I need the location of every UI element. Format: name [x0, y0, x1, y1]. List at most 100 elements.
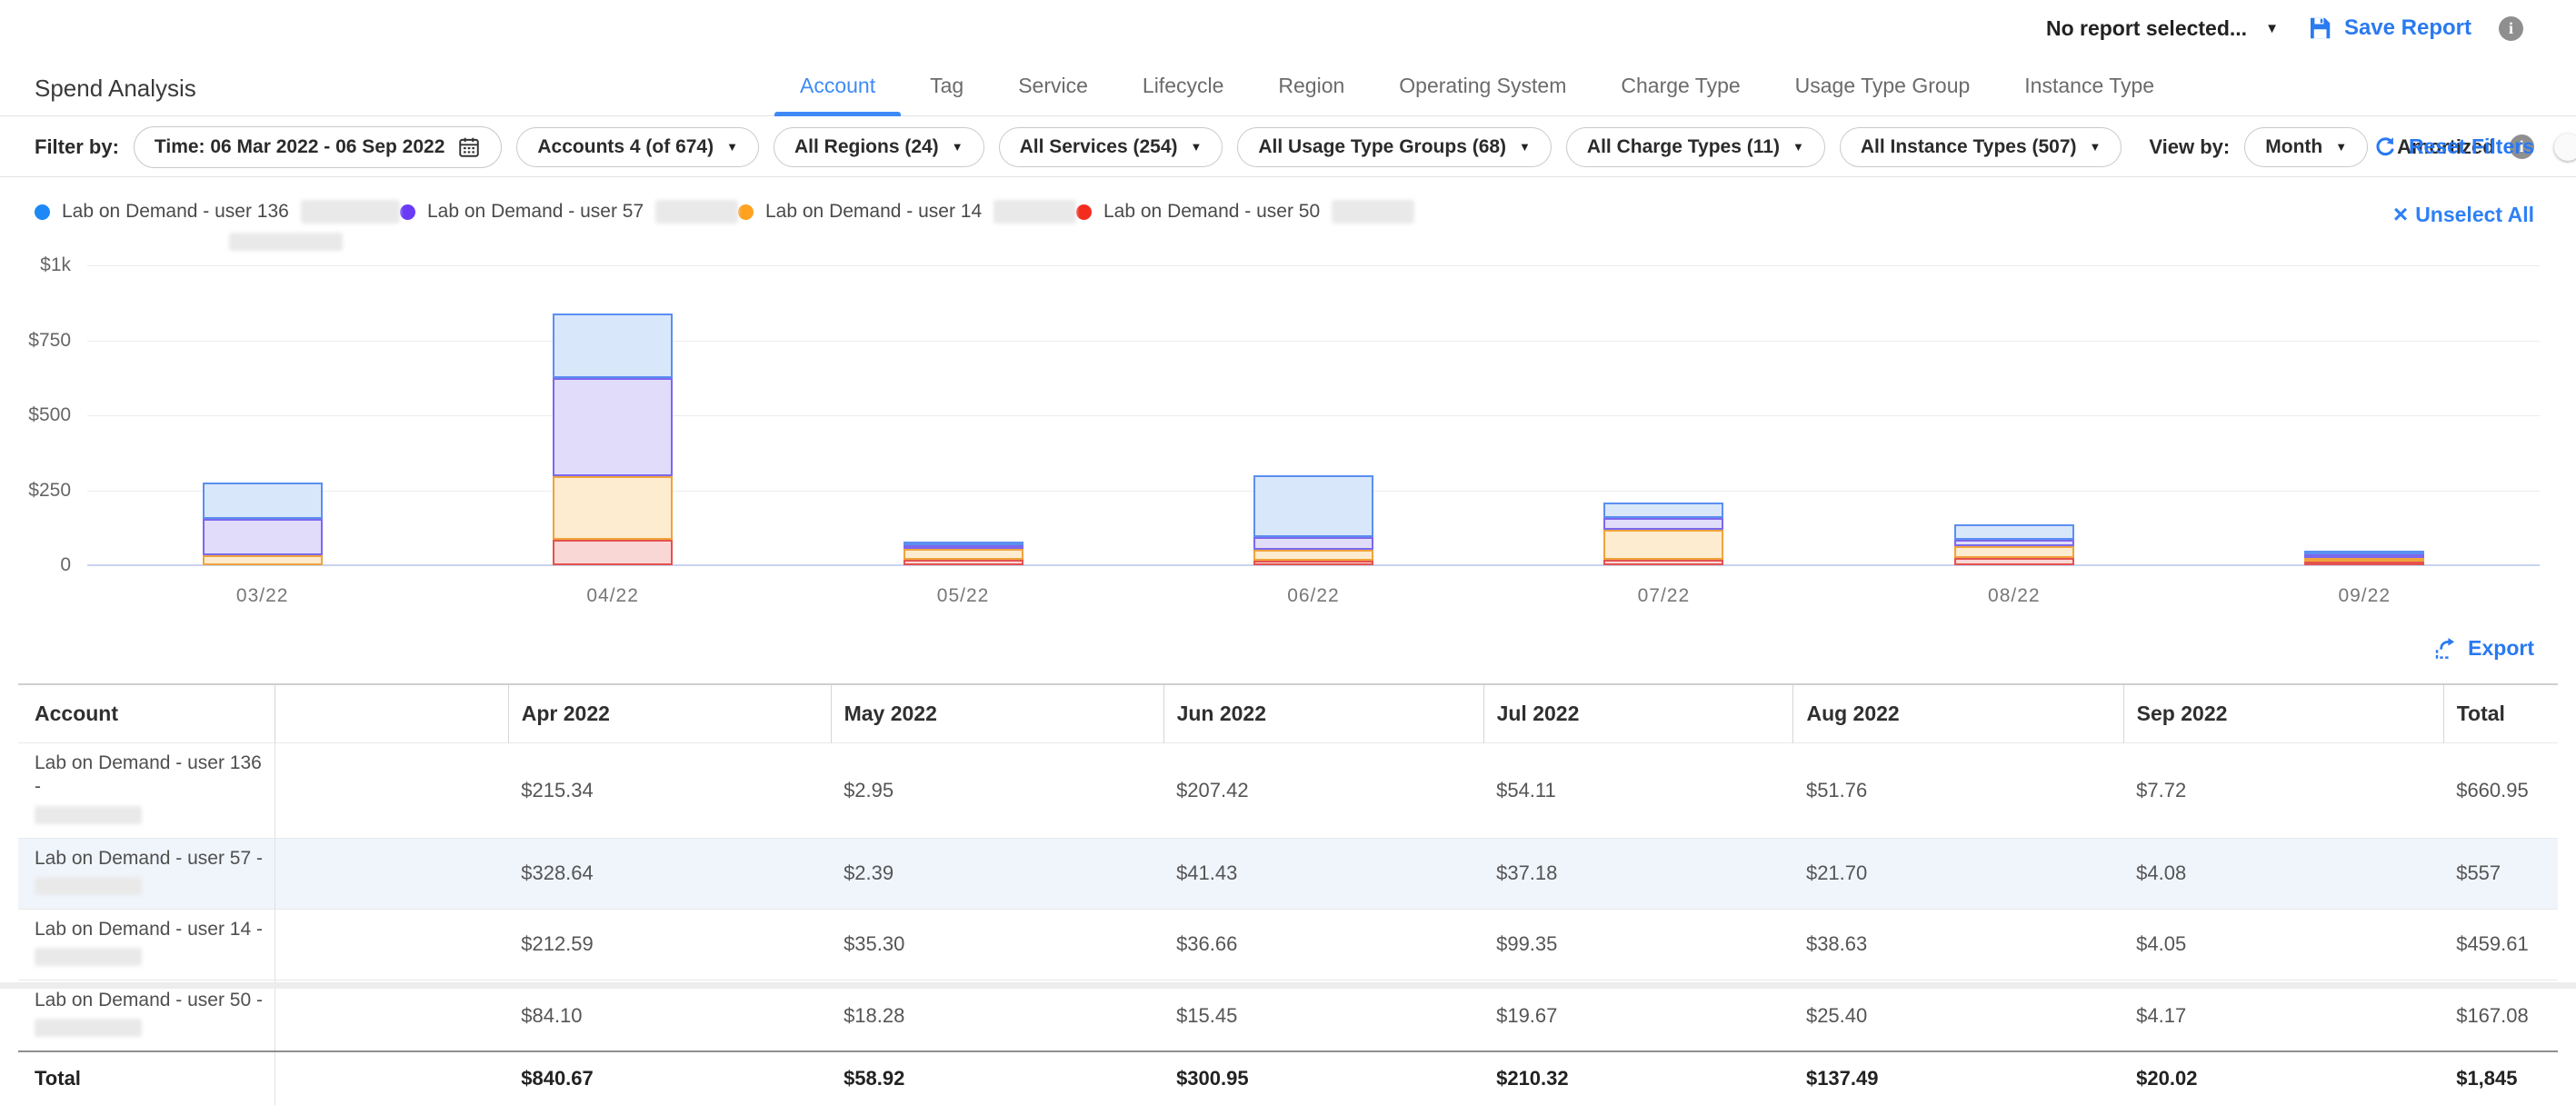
- filter-by-label: Filter by:: [35, 135, 119, 159]
- bar-slot-09-22: 09/22: [2190, 265, 2540, 565]
- tab-usage-type-group[interactable]: Usage Type Group: [1795, 56, 1971, 115]
- chevron-down-icon: ▼: [952, 141, 964, 153]
- filter-pill-all-regions-24[interactable]: All Regions (24)▼: [774, 127, 984, 167]
- bar-segment-lab-on-demand-user-14[interactable]: [904, 549, 1023, 560]
- value-cell: $25.40: [1793, 981, 2123, 1052]
- filter-bar: Filter by: Time: 06 Mar 2022 - 06 Sep 20…: [0, 117, 2576, 177]
- tab-account[interactable]: Account: [800, 56, 875, 115]
- value-cell: $557: [2443, 838, 2558, 909]
- redacted-text: [35, 877, 142, 895]
- bar-segment-lab-on-demand-user-136[interactable]: [1253, 475, 1373, 537]
- value-cell: $51.76: [1793, 743, 2123, 839]
- table-row[interactable]: Lab on Demand - user 136 -$215.34$2.95$2…: [18, 743, 2558, 839]
- filter-pill-accounts-4-of-674[interactable]: Accounts 4 (of 674)▼: [516, 127, 759, 167]
- bar-segment-lab-on-demand-user-50[interactable]: [1253, 561, 1373, 565]
- stacked-bar-05-22[interactable]: [904, 542, 1023, 565]
- view-by-pill[interactable]: Month ▼: [2244, 127, 2368, 167]
- column-header-sep-2022: Sep 2022: [2123, 684, 2443, 743]
- stacked-bar-06-22[interactable]: [1253, 475, 1373, 565]
- filter-pill-all-instance-types-507[interactable]: All Instance Types (507)▼: [1840, 127, 2122, 167]
- filter-pill-label: All Instance Types (507): [1861, 136, 2077, 158]
- bar-segment-lab-on-demand-user-57[interactable]: [553, 378, 673, 476]
- column-header-jun-2022: Jun 2022: [1163, 684, 1483, 743]
- chevron-down-icon: ▼: [1519, 141, 1531, 153]
- legend-label: Lab on Demand - user 136: [62, 201, 289, 223]
- redacted-text: [35, 806, 142, 824]
- spacer-cell: [275, 909, 508, 980]
- unselect-all-button[interactable]: × Unselect All: [2393, 202, 2534, 227]
- spend-table-wrap: AccountApr 2022May 2022Jun 2022Jul 2022A…: [18, 683, 2558, 1105]
- bar-segment-lab-on-demand-user-57[interactable]: [1253, 537, 1373, 550]
- bar-segment-lab-on-demand-user-57[interactable]: [203, 519, 323, 555]
- tab-lifecycle[interactable]: Lifecycle: [1143, 56, 1223, 115]
- amortized-toggle[interactable]: [2554, 134, 2576, 161]
- filter-pill-label: Accounts 4 (of 674): [537, 136, 714, 158]
- bar-segment-lab-on-demand-user-14[interactable]: [1253, 550, 1373, 561]
- legend-item-lab-on-demand-user-50[interactable]: Lab on Demand - user 50: [1076, 200, 1414, 224]
- value-cell: $4.05: [2123, 909, 2443, 980]
- bar-segment-lab-on-demand-user-136[interactable]: [1603, 503, 1723, 519]
- refresh-icon: [2372, 134, 2398, 160]
- tab-service[interactable]: Service: [1018, 56, 1088, 115]
- filter-pill-all-charge-types-11[interactable]: All Charge Types (11)▼: [1566, 127, 1825, 167]
- legend-item-lab-on-demand-user-14[interactable]: Lab on Demand - user 14: [738, 200, 1076, 224]
- bar-segment-lab-on-demand-user-14[interactable]: [553, 476, 673, 540]
- toggle-thumb: [2554, 134, 2576, 161]
- bar-segment-lab-on-demand-user-50[interactable]: [904, 560, 1023, 565]
- save-report-button[interactable]: Save Report: [2306, 15, 2471, 42]
- bar-segment-lab-on-demand-user-50[interactable]: [2304, 562, 2424, 565]
- bar-segment-lab-on-demand-user-57[interactable]: [1954, 540, 2074, 546]
- stacked-bar-07-22[interactable]: [1603, 503, 1723, 565]
- bar-segment-lab-on-demand-user-14[interactable]: [1603, 530, 1723, 560]
- redacted-text: [301, 200, 400, 224]
- value-cell: $459.61: [2443, 909, 2558, 980]
- legend-item-lab-on-demand-user-136[interactable]: Lab on Demand - user 136: [35, 200, 400, 224]
- table-row[interactable]: Lab on Demand - user 50 -$84.10$18.28$15…: [18, 981, 2558, 1052]
- bar-segment-lab-on-demand-user-136[interactable]: [1954, 524, 2074, 540]
- stacked-bar-04-22[interactable]: [553, 314, 673, 565]
- table-row[interactable]: Lab on Demand - user 14 -$212.59$35.30$3…: [18, 909, 2558, 980]
- tab-charge-type[interactable]: Charge Type: [1621, 56, 1740, 115]
- legend-item-lab-on-demand-user-57[interactable]: Lab on Demand - user 57: [400, 200, 738, 224]
- bar-slot-05-22: 05/22: [788, 265, 1138, 565]
- account-name: Lab on Demand - user 57 -: [35, 847, 269, 871]
- filter-pill-all-services-254[interactable]: All Services (254)▼: [999, 127, 1223, 167]
- bar-segment-lab-on-demand-user-14[interactable]: [203, 555, 323, 565]
- tab-region[interactable]: Region: [1278, 56, 1344, 115]
- tab-instance-type[interactable]: Instance Type: [2024, 56, 2154, 115]
- redacted-text: [35, 948, 142, 966]
- info-icon[interactable]: i: [2499, 16, 2523, 41]
- x-axis-label: 03/22: [87, 585, 437, 607]
- y-axis-tick: $750: [0, 330, 71, 352]
- bar-segment-lab-on-demand-user-136[interactable]: [203, 483, 323, 519]
- value-cell: $15.45: [1163, 981, 1483, 1052]
- stacked-bar-09-22[interactable]: [2304, 551, 2424, 565]
- chart-legend: Lab on Demand - user 136 Lab on Demand - …: [35, 200, 1414, 224]
- value-cell: $38.63: [1793, 909, 2123, 980]
- stacked-bar-08-22[interactable]: [1954, 524, 2074, 565]
- spacer-cell: [275, 1051, 508, 1105]
- report-selector[interactable]: No report selected... ▼: [2046, 16, 2279, 41]
- bar-segment-lab-on-demand-user-50[interactable]: [1603, 560, 1723, 565]
- total-value-cell: $137.49: [1793, 1051, 2123, 1105]
- bar-segment-lab-on-demand-user-57[interactable]: [1603, 518, 1723, 529]
- account-name: Lab on Demand - user 14 -: [35, 918, 269, 941]
- bar-slot-04-22: 04/22: [437, 265, 787, 565]
- reset-filters-label: Reset Filters: [2409, 134, 2534, 159]
- time-filter-pill[interactable]: Time: 06 Mar 2022 - 06 Sep 2022: [134, 126, 502, 168]
- export-button[interactable]: Export: [2432, 636, 2534, 661]
- bar-segment-lab-on-demand-user-136[interactable]: [553, 314, 673, 378]
- total-value-cell: $300.95: [1163, 1051, 1483, 1105]
- bar-segment-lab-on-demand-user-50[interactable]: [1954, 558, 2074, 565]
- tab-operating-system[interactable]: Operating System: [1399, 56, 1566, 115]
- bar-segment-lab-on-demand-user-14[interactable]: [1954, 546, 2074, 558]
- stacked-bar-03-22[interactable]: [203, 483, 323, 565]
- save-icon: [2306, 15, 2333, 42]
- value-cell: $36.66: [1163, 909, 1483, 980]
- tab-tag[interactable]: Tag: [930, 56, 964, 115]
- table-row[interactable]: Lab on Demand - user 57 -$328.64$2.39$41…: [18, 838, 2558, 909]
- bar-segment-lab-on-demand-user-50[interactable]: [553, 540, 673, 565]
- value-cell: $54.11: [1483, 743, 1793, 839]
- reset-filters-button[interactable]: Reset Filters: [2372, 134, 2534, 160]
- filter-pill-all-usage-type-groups-68[interactable]: All Usage Type Groups (68)▼: [1237, 127, 1552, 167]
